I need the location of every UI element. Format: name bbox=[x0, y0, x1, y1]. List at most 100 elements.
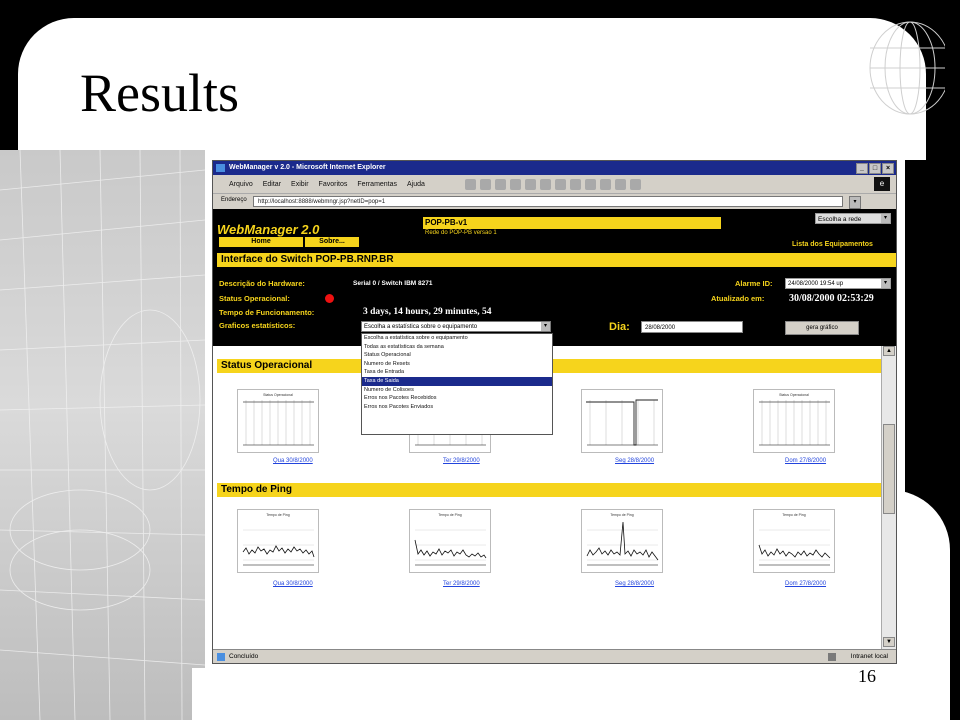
descricao-label: Descrição do Hardware: bbox=[219, 279, 305, 288]
dia-label: Dia: bbox=[609, 321, 630, 333]
toolbar-icons bbox=[464, 178, 641, 190]
ping-chart-thumb[interactable]: Tempo de Ping bbox=[409, 509, 491, 573]
status-date-link[interactable]: Ter 29/8/2000 bbox=[443, 458, 480, 464]
menu-arquivo[interactable]: Arquivo bbox=[229, 181, 253, 188]
alarme-select[interactable]: 24/08/2000 19:54 up ▾ bbox=[785, 278, 891, 289]
home-icon[interactable] bbox=[524, 178, 536, 190]
back-icon[interactable] bbox=[464, 178, 476, 190]
thumb-title: Tempo de Ping bbox=[782, 513, 805, 517]
thumb-title: Status Operacional bbox=[263, 393, 293, 397]
thumb-title: Tempo de Ping bbox=[438, 513, 461, 517]
status-chart-svg bbox=[586, 399, 658, 446]
security-zone-text: Intranet local bbox=[850, 653, 888, 660]
scroll-up-icon[interactable]: ▲ bbox=[883, 346, 895, 356]
status-label: Status Operacional: bbox=[219, 294, 290, 303]
tempo-label: Tempo de Funcionamento: bbox=[219, 308, 315, 317]
graficos-dropdown-list: Escolha a estatística sobre o equipament… bbox=[361, 333, 553, 435]
refresh-icon[interactable] bbox=[509, 178, 521, 190]
dropdown-option[interactable]: Todas as estatísticas da semana bbox=[362, 343, 552, 352]
status-date-link[interactable]: Qua 30/8/2000 bbox=[273, 458, 313, 464]
chevron-down-icon: ▾ bbox=[881, 214, 890, 223]
atualizado-value: 30/08/2000 02:53:29 bbox=[789, 293, 874, 304]
dropdown-option[interactable]: Escolha a estatística sobre o equipament… bbox=[362, 334, 552, 343]
status-date-link[interactable]: Seg 28/8/2000 bbox=[615, 458, 654, 464]
status-date-link[interactable]: Dom 27/8/2000 bbox=[785, 458, 826, 464]
dropdown-option[interactable]: Taxa de Entrada bbox=[362, 368, 552, 377]
favorites-icon[interactable] bbox=[554, 178, 566, 190]
ping-section-heading: Tempo de Ping bbox=[217, 483, 881, 497]
status-chart-thumb[interactable]: Status Operacional bbox=[753, 389, 835, 453]
menu-bar: Arquivo Editar Exibir Favoritos Ferramen… bbox=[213, 175, 896, 193]
status-text: Concluído bbox=[229, 653, 259, 660]
edit-icon[interactable] bbox=[614, 178, 626, 190]
dropdown-option[interactable]: Erros nos Pacotes Enviados bbox=[362, 403, 552, 412]
thumb-title: Tempo de Ping bbox=[266, 513, 289, 517]
dropdown-option[interactable]: Status Operacional bbox=[362, 351, 552, 360]
browser-window: WebManager v 2.0 - Microsoft Internet Ex… bbox=[212, 160, 897, 664]
search-icon[interactable] bbox=[539, 178, 551, 190]
status-chart-thumb[interactable]: Status Operacional bbox=[237, 389, 319, 453]
ping-date-link[interactable]: Seg 28/8/2000 bbox=[615, 581, 654, 587]
descricao-value: Serial 0 / Switch IBM 8271 bbox=[353, 280, 433, 287]
menu-ferramentas[interactable]: Ferramentas bbox=[357, 181, 397, 188]
status-chart-svg: Status Operacional bbox=[759, 393, 830, 446]
ping-date-link[interactable]: Dom 27/8/2000 bbox=[785, 581, 826, 587]
ping-chart-svg: Tempo de Ping bbox=[758, 513, 831, 566]
discuss-icon[interactable] bbox=[629, 178, 641, 190]
menu-ajuda[interactable]: Ajuda bbox=[407, 181, 425, 188]
thumb-title: Tempo de Ping bbox=[610, 513, 633, 517]
ping-date-link[interactable]: Ter 29/8/2000 bbox=[443, 581, 480, 587]
address-bar: Endereço http://localhost:8888/webmngr.j… bbox=[213, 193, 896, 210]
pop-name: POP-PB-v1 bbox=[423, 217, 721, 229]
vertical-scrollbar[interactable]: ▲ ▼ bbox=[881, 346, 896, 649]
dropdown-option[interactable]: Erros nos Pacotes Recebidos bbox=[362, 394, 552, 403]
ping-chart-thumb[interactable]: Tempo de Ping bbox=[753, 509, 835, 573]
lista-equipamentos-link[interactable]: Lista dos Equipamentos bbox=[792, 241, 873, 248]
history-icon[interactable] bbox=[569, 178, 581, 190]
menu-favoritos[interactable]: Favoritos bbox=[319, 181, 348, 188]
dropdown-option[interactable]: Numero de Colisoes bbox=[362, 386, 552, 395]
dia-input[interactable]: 28/08/2000 bbox=[641, 321, 743, 333]
window-titlebar: WebManager v 2.0 - Microsoft Internet Ex… bbox=[213, 161, 896, 175]
gerar-grafico-button[interactable]: gera gráfico bbox=[785, 321, 859, 335]
address-label: Endereço bbox=[221, 197, 247, 203]
slide-bottom-panel bbox=[192, 668, 902, 720]
sobre-button[interactable]: Sobre... bbox=[305, 237, 359, 247]
ping-chart-svg: Tempo de Ping bbox=[242, 513, 315, 566]
escolha-rede-value: Escolha a rede bbox=[818, 216, 862, 223]
ping-chart-thumb[interactable]: Tempo de Ping bbox=[581, 509, 663, 573]
dropdown-option-selected[interactable]: Taxa de Saida bbox=[362, 376, 552, 386]
status-chart-svg: Status Operacional bbox=[243, 393, 314, 446]
graficos-select[interactable]: Escolha a estatística sobre o equipament… bbox=[361, 321, 551, 332]
menu-editar[interactable]: Editar bbox=[263, 181, 281, 188]
address-dropdown-icon[interactable]: ▾ bbox=[849, 196, 861, 209]
ping-chart-svg: Tempo de Ping bbox=[586, 513, 659, 566]
minimize-button[interactable]: _ bbox=[856, 163, 868, 174]
browser-statusbar: Concluído Intranet local bbox=[213, 649, 896, 663]
graficos-label: Graficos estatísticos: bbox=[219, 321, 296, 330]
alarme-value: 24/08/2000 19:54 up bbox=[788, 281, 844, 287]
home-button[interactable]: Home bbox=[219, 237, 303, 247]
forward-icon[interactable] bbox=[479, 178, 491, 190]
menu-exibir[interactable]: Exibir bbox=[291, 181, 309, 188]
print-icon[interactable] bbox=[599, 178, 611, 190]
slide-title: Results bbox=[80, 63, 240, 123]
address-input[interactable]: http://localhost:8888/webmngr.jsp?netID=… bbox=[253, 196, 843, 207]
maximize-button[interactable]: □ bbox=[869, 163, 881, 174]
escolha-rede-select[interactable]: Escolha a rede ▾ bbox=[815, 213, 891, 224]
atualizado-label: Atualizado em: bbox=[711, 294, 765, 303]
dropdown-option[interactable]: Numero de Resets bbox=[362, 360, 552, 369]
interface-heading: Interface do Switch POP-PB.RNP.BR bbox=[217, 253, 896, 267]
ping-date-link[interactable]: Qua 30/8/2000 bbox=[273, 581, 313, 587]
ping-chart-thumb[interactable]: Tempo de Ping bbox=[237, 509, 319, 573]
scroll-down-icon[interactable]: ▼ bbox=[883, 637, 895, 647]
status-chart-thumb[interactable] bbox=[581, 389, 663, 453]
stop-icon[interactable] bbox=[494, 178, 506, 190]
chevron-down-icon: ▾ bbox=[881, 279, 890, 288]
thumb-title: Status Operacional bbox=[779, 393, 809, 397]
webmanager-logo: WebManager 2.0 bbox=[217, 222, 320, 237]
slide-number: 16 bbox=[858, 666, 876, 686]
mail-icon[interactable] bbox=[584, 178, 596, 190]
close-button[interactable]: × bbox=[882, 163, 894, 174]
scroll-thumb[interactable] bbox=[883, 424, 895, 514]
